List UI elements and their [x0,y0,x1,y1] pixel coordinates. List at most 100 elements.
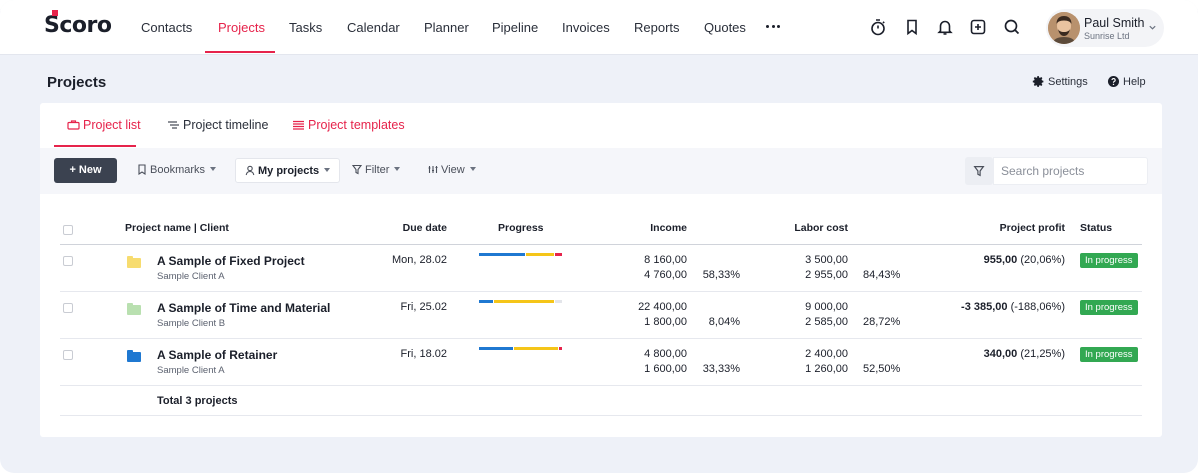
income-budget: 22 400,00 [638,301,687,313]
search-input[interactable] [993,157,1148,185]
status-badge[interactable]: In progress [1080,300,1138,315]
project-name[interactable]: A Sample of Time and Material [157,301,330,315]
nav-reports[interactable]: Reports [634,0,680,54]
tab-project-timeline[interactable]: Project timeline [168,118,269,132]
project-name[interactable]: A Sample of Retainer [157,348,277,362]
stopwatch-icon[interactable] [868,17,888,37]
tab-label: Project list [83,118,141,132]
my-projects-dropdown[interactable]: My projects [235,158,341,183]
client-name[interactable]: Sample Client A [157,365,225,376]
filter-dropdown[interactable]: Filter [351,158,401,183]
search-icon[interactable] [1002,17,1022,37]
due-date: Mon, 28.02 [391,254,447,266]
user-company: Sunrise Ltd [1084,31,1130,41]
column-header-status[interactable]: Status [1080,222,1112,234]
income-actual: 4 760,00 [644,269,687,281]
progress-bar [479,347,562,350]
column-header-name[interactable]: Project name | Client [125,222,229,234]
page-title: Projects [47,74,107,91]
filter-label: Filter [365,164,390,176]
new-project-button[interactable]: + New [54,158,117,183]
nav-calendar[interactable]: Calendar [347,0,400,54]
filter-icon [351,164,363,175]
row-checkbox[interactable] [63,303,73,313]
progress-segment-yellow [514,347,558,350]
help-link[interactable]: Help [1107,75,1146,88]
timeline-icon [168,121,179,129]
view-columns-icon [428,166,438,173]
client-name[interactable]: Sample Client B [157,318,225,329]
bookmarks-dropdown[interactable]: Bookmarks [137,158,217,183]
bookmarks-label: Bookmarks [150,164,206,176]
status-badge[interactable]: In progress [1080,347,1138,362]
toolbar: + New Bookmarks My projects Filter View [40,148,1162,194]
help-label: Help [1123,76,1146,88]
header-divider [60,244,1142,245]
nav-contacts[interactable]: Contacts [141,0,192,54]
add-square-icon[interactable] [968,17,988,37]
labor-actual: 2 955,00 [805,269,848,281]
nav-projects[interactable]: Projects [218,0,265,54]
income-percent: 33,33% [702,363,740,375]
column-header-due-date[interactable]: Due date [370,222,447,234]
avatar [1048,12,1080,44]
folder-icon [127,350,141,362]
labor-actual: 1 260,00 [805,363,848,375]
folder-icon [127,256,141,268]
list-icon [293,120,304,130]
progress-bar [479,253,562,256]
income-budget: 8 160,00 [644,254,687,266]
user-name: Paul Smith [1084,16,1145,30]
settings-link[interactable]: Settings [1032,76,1088,88]
column-header-labor-cost[interactable]: Labor cost [760,222,848,234]
profit-value: 340,00 [983,348,1018,360]
income-percent: 58,33% [702,269,740,281]
select-all-checkbox[interactable] [63,225,73,235]
search-filter-button[interactable] [965,157,993,185]
row-checkbox[interactable] [63,256,73,266]
column-header-project-profit[interactable]: Project profit [940,222,1065,234]
folder-icon [127,303,141,315]
scoro-logo[interactable]: Scoro [44,10,112,41]
column-header-income[interactable]: Income [600,222,687,234]
project-name[interactable]: A Sample of Fixed Project [157,254,305,268]
tab-project-templates[interactable]: Project templates [293,118,405,132]
income-actual: 1 800,00 [644,316,687,328]
view-label: View [441,164,465,176]
client-name[interactable]: Sample Client A [157,271,225,282]
filter-icon [973,166,985,177]
view-dropdown[interactable]: View [428,158,476,183]
labor-actual: 2 585,00 [805,316,848,328]
row-divider [60,291,1142,292]
income-percent: 8,04% [708,316,740,328]
tab-label: Project timeline [183,118,269,132]
nav-invoices[interactable]: Invoices [562,0,610,54]
tab-project-list[interactable]: Project list [67,118,141,132]
status-badge[interactable]: In progress [1080,253,1138,268]
my-projects-label: My projects [258,165,320,177]
labor-budget: 9 000,00 [805,301,848,313]
caret-down-icon [210,167,217,171]
more-menu-icon[interactable] [766,25,783,43]
caret-down-icon [394,167,401,171]
nav-tasks[interactable]: Tasks [289,0,322,54]
labor-budget: 2 400,00 [805,348,848,360]
user-menu[interactable]: Paul Smith Sunrise Ltd [1046,9,1164,47]
progress-segment-blue [479,300,494,303]
nav-pipeline[interactable]: Pipeline [492,0,538,54]
row-checkbox[interactable] [63,350,73,360]
progress-bar [479,300,562,303]
due-date: Fri, 25.02 [400,301,447,313]
due-date: Fri, 18.02 [400,348,447,360]
column-header-progress[interactable]: Progress [498,222,544,234]
progress-segment-blue [479,253,525,256]
gear-icon [1032,76,1044,87]
nav-quotes[interactable]: Quotes [704,0,746,54]
bell-icon[interactable] [935,17,955,37]
progress-segment-grey [554,300,562,303]
nav-planner[interactable]: Planner [424,0,469,54]
bookmark-icon[interactable] [902,17,922,37]
labor-percent: 52,50% [863,363,901,375]
labor-percent: 84,43% [863,269,901,281]
nav-active-indicator [205,51,275,53]
